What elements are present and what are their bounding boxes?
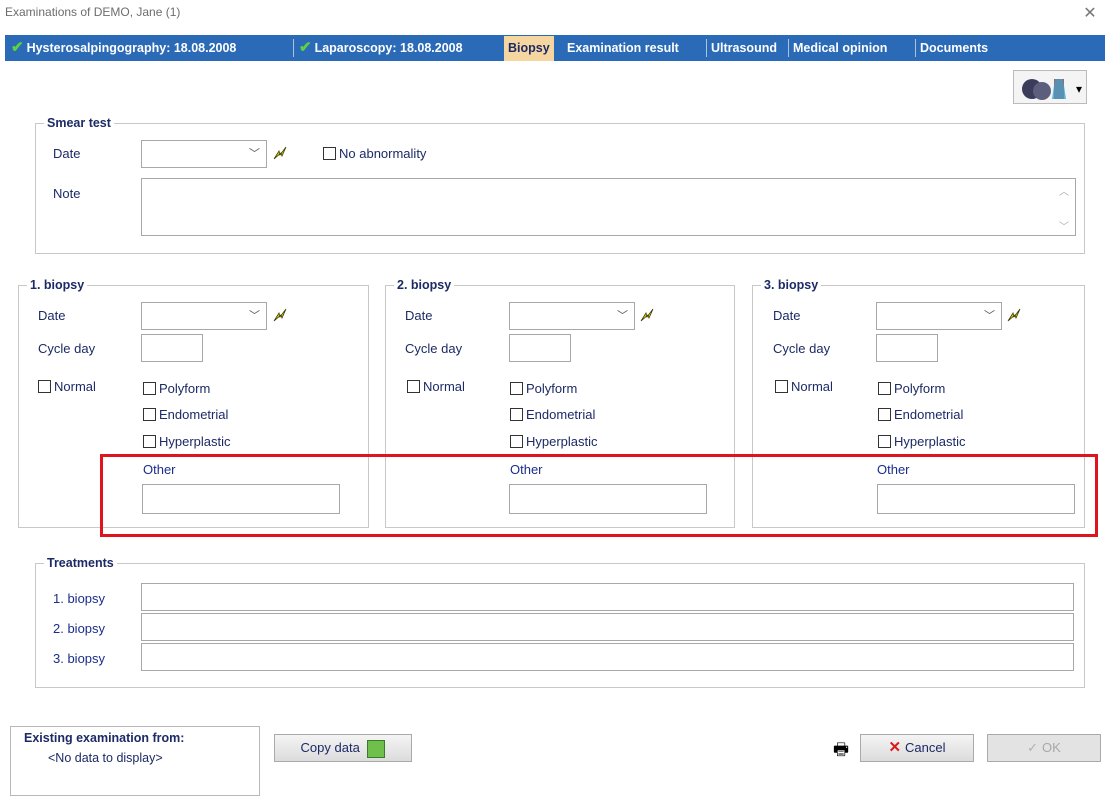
checkbox-box: [510, 408, 523, 421]
checkbox-box: [878, 382, 891, 395]
chevron-down-icon: ﹀: [249, 148, 260, 160]
smear-test-legend: Smear test: [47, 116, 111, 130]
tab-medical-opinion[interactable]: Medical opinion: [793, 37, 887, 59]
treatment-2-input[interactable]: [141, 613, 1074, 641]
biopsy-1-other-label: Other: [143, 462, 176, 477]
treatment-3-label: 3. biopsy: [53, 651, 106, 666]
scroll-up-icon[interactable]: ︿: [1059, 183, 1069, 198]
lightning-icon[interactable]: [1004, 305, 1024, 325]
existing-examination-panel: Existing examination from: <No data to d…: [10, 726, 260, 796]
biopsy-1-legend: 1. biopsy: [30, 278, 85, 292]
biopsy-1-date-combo[interactable]: ﹀: [141, 302, 267, 330]
checkbox-box: [878, 408, 891, 421]
biopsy-2-other-label: Other: [510, 462, 543, 477]
copy-data-button[interactable]: Copy data: [274, 734, 412, 762]
lightning-icon[interactable]: [637, 305, 657, 325]
tab-laparoscopy[interactable]: ✔ Laparoscopy: 18.08.2008: [299, 37, 463, 59]
checkbox-box: [775, 380, 788, 393]
biopsy-3-date-combo[interactable]: ﹀: [876, 302, 1002, 330]
tab-ultrasound[interactable]: Ultrasound: [711, 37, 777, 59]
biopsy-3-endometrial-checkbox[interactable]: Endometrial: [878, 407, 963, 422]
smear-date-label: Date: [53, 146, 81, 161]
biopsy-1-endometrial-checkbox[interactable]: Endometrial: [143, 407, 228, 422]
checkbox-box: [407, 380, 420, 393]
biopsy-3-date-label: Date: [773, 308, 801, 323]
biopsy-2-date-label: Date: [405, 308, 433, 323]
biopsy-1-other-input[interactable]: [142, 484, 340, 514]
tab-biopsy[interactable]: Biopsy: [504, 36, 554, 61]
checkbox-box: [510, 435, 523, 448]
biopsy-3-other-label: Other: [877, 462, 910, 477]
biopsy-3-hyperplastic-checkbox[interactable]: Hyperplastic: [878, 434, 966, 449]
copy-icon: [367, 739, 386, 758]
tab-separator: [788, 39, 789, 57]
tools-menu-button[interactable]: ▾: [1013, 70, 1087, 104]
check-icon: ✓: [1027, 740, 1039, 755]
biopsy-2-hyperplastic-checkbox[interactable]: Hyperplastic: [510, 434, 598, 449]
biopsy-3-legend: 3. biopsy: [764, 278, 819, 292]
tab-documents[interactable]: Documents: [920, 37, 988, 59]
biopsy-2-endometrial-checkbox[interactable]: Endometrial: [510, 407, 595, 422]
tab-separator: [706, 39, 707, 57]
lightning-icon[interactable]: [270, 143, 290, 163]
scroll-down-icon[interactable]: ﹀: [1059, 218, 1069, 233]
biopsy-3-polyform-checkbox[interactable]: Polyform: [878, 381, 945, 396]
existing-examination-label: Existing examination from:: [24, 731, 185, 745]
ok-button[interactable]: ✓ OK: [987, 734, 1101, 762]
print-icon[interactable]: 🖶: [830, 737, 852, 759]
window-titlebar: Examinations of DEMO, Jane (1) ✕: [0, 0, 1112, 34]
treatment-3-input[interactable]: [141, 643, 1074, 671]
chevron-down-icon: ﹀: [984, 310, 995, 322]
note-textarea[interactable]: ︿ ﹀: [141, 178, 1076, 236]
biopsy-1-polyform-checkbox[interactable]: Polyform: [143, 381, 210, 396]
checkbox-box: [38, 380, 51, 393]
checkbox-box: [143, 435, 156, 448]
checkbox-box: [143, 382, 156, 395]
treatment-2-label: 2. biopsy: [53, 621, 106, 636]
cancel-x-icon: ✕: [888, 739, 902, 756]
biopsy-1-hyperplastic-checkbox[interactable]: Hyperplastic: [143, 434, 231, 449]
biopsy-2-date-combo[interactable]: ﹀: [509, 302, 635, 330]
biopsy-2-legend: 2. biopsy: [397, 278, 452, 292]
smear-date-combo[interactable]: ﹀: [141, 140, 267, 168]
close-icon[interactable]: ✕: [1080, 4, 1100, 24]
window-title: Examinations of DEMO, Jane (1): [5, 5, 181, 19]
treatment-1-input[interactable]: [141, 583, 1074, 611]
tab-separator: [293, 39, 294, 57]
biopsy-3-normal-checkbox[interactable]: Normal: [775, 379, 833, 394]
tab-bar: ✔ Hysterosalpingography: 18.08.2008 ✔ Lapa…: [5, 35, 1105, 61]
cancel-button[interactable]: ✕ Cancel: [860, 734, 974, 762]
no-abnormality-checkbox[interactable]: No abnormality: [323, 146, 426, 161]
biopsy-3-cycle-input[interactable]: [876, 334, 938, 362]
biopsy-2-polyform-checkbox[interactable]: Polyform: [510, 381, 577, 396]
treatments-legend: Treatments: [47, 556, 114, 570]
tab-examination-result[interactable]: Examination result: [567, 37, 679, 59]
checkbox-box: [143, 408, 156, 421]
biopsy-3-other-input[interactable]: [877, 484, 1075, 514]
checkbox-box: [323, 147, 336, 160]
tab-hysterosalpingography[interactable]: ✔ Hysterosalpingography: 18.08.2008: [11, 37, 236, 59]
biopsy-1-cycle-input[interactable]: [141, 334, 203, 362]
biopsy-1-normal-checkbox[interactable]: Normal: [38, 379, 96, 394]
lightning-icon[interactable]: [270, 305, 290, 325]
biopsy-3-cycle-label: Cycle day: [773, 341, 831, 356]
checkbox-box: [878, 435, 891, 448]
biopsy-2-cycle-label: Cycle day: [405, 341, 463, 356]
svg-text:▾: ▾: [1076, 82, 1082, 96]
no-data-text: <No data to display>: [48, 751, 163, 765]
biopsy-1-date-label: Date: [38, 308, 66, 323]
checkbox-box: [510, 382, 523, 395]
tab-separator: [915, 39, 916, 57]
chevron-down-icon: ﹀: [617, 310, 628, 322]
biopsy-2-other-input[interactable]: [509, 484, 707, 514]
biopsy-2-cycle-input[interactable]: [509, 334, 571, 362]
checkmark-icon: ✔: [11, 39, 24, 56]
treatment-1-label: 1. biopsy: [53, 591, 106, 606]
chevron-down-icon: ﹀: [249, 310, 260, 322]
note-label: Note: [53, 186, 81, 201]
checkmark-icon: ✔: [299, 39, 312, 56]
patient-lab-icon: ▾: [1022, 79, 1082, 100]
biopsy-1-cycle-label: Cycle day: [38, 341, 96, 356]
biopsy-2-normal-checkbox[interactable]: Normal: [407, 379, 465, 394]
